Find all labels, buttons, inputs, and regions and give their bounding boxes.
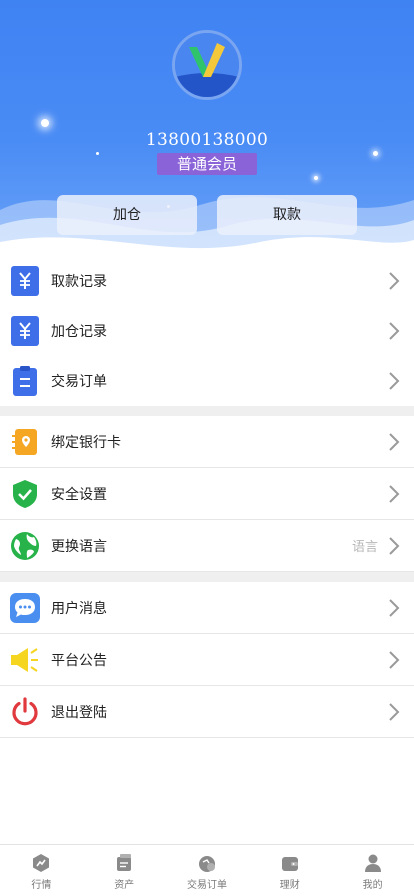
menu-item-label: 更换语言 [51, 538, 107, 555]
tab-label: 我的 [362, 880, 383, 891]
menu-item-label: 绑定银行卡 [51, 434, 121, 451]
withdraw-button[interactable]: 取款 [217, 195, 357, 235]
section-divider [0, 572, 414, 582]
menu-item-label: 用户消息 [51, 600, 107, 617]
menu-item-label: 交易订单 [51, 374, 107, 390]
tab-market[interactable]: 行情 [0, 845, 83, 896]
chevron-right-icon [388, 321, 400, 341]
user-phone-number: 13800138000 [145, 130, 269, 150]
add-position-button[interactable]: 加仓 [57, 195, 197, 235]
tab-label: 资产 [114, 880, 135, 891]
menu-item-add-position-records[interactable]: 加仓记录 [0, 306, 414, 356]
profile-icon [363, 853, 383, 873]
profile-header: 13800138000 普通会员 加仓 取款 [0, 0, 414, 256]
chevron-right-icon [388, 536, 400, 556]
megaphone-icon [10, 645, 40, 675]
tab-wealth[interactable]: 理财 [248, 845, 331, 896]
chevron-right-icon [388, 702, 400, 722]
tab-assets[interactable]: 资产 [83, 845, 166, 896]
menu-item-platform-announcements[interactable]: 平台公告 [0, 634, 414, 686]
tab-label: 行情 [31, 880, 52, 891]
menu-item-logout[interactable]: 退出登陆 [0, 686, 414, 738]
menu-item-trade-orders[interactable]: 交易订单 [0, 356, 414, 406]
menu-item-label: 安全设置 [51, 486, 107, 503]
menu-item-change-language[interactable]: 更换语言 语言 [0, 520, 414, 572]
sparkle-decoration [41, 119, 49, 127]
menu-item-label: 取款记录 [51, 274, 107, 290]
shield-check-icon [10, 479, 40, 509]
order-icon [197, 853, 217, 873]
yen-document-icon [10, 316, 40, 346]
chat-bubble-icon [10, 592, 40, 623]
section-divider [0, 406, 414, 416]
sparkle-decoration [96, 152, 99, 155]
app-logo [172, 30, 242, 100]
clipboard-icon [10, 366, 40, 396]
bottom-tab-bar: 行情 资产 交易订单 理财 我的 [0, 844, 414, 896]
bank-card-icon [10, 427, 40, 457]
chevron-right-icon [388, 432, 400, 452]
sparkle-decoration [373, 151, 378, 156]
menu-item-bind-bank-card[interactable]: 绑定银行卡 [0, 416, 414, 468]
member-level-badge: 普通会员 [157, 153, 257, 175]
yen-document-icon [10, 266, 40, 296]
tab-label: 交易订单 [186, 880, 227, 891]
chevron-right-icon [388, 650, 400, 670]
chevron-right-icon [388, 598, 400, 618]
account-menu: 取款记录 加仓记录 交易订单 绑定银行卡 安全设置 更换语言 语言 用户消息 平… [0, 256, 414, 738]
power-icon [10, 696, 40, 727]
menu-item-withdrawal-records[interactable]: 取款记录 [0, 256, 414, 306]
menu-item-security-settings[interactable]: 安全设置 [0, 468, 414, 520]
tab-label: 理财 [279, 880, 300, 891]
assets-icon [114, 853, 134, 873]
menu-item-user-messages[interactable]: 用户消息 [0, 582, 414, 634]
menu-item-label: 加仓记录 [51, 324, 107, 340]
wallet-icon [280, 853, 300, 873]
chevron-right-icon [388, 271, 400, 291]
chevron-right-icon [388, 371, 400, 391]
menu-item-label: 平台公告 [51, 652, 107, 669]
chevron-right-icon [388, 484, 400, 504]
menu-item-label: 退出登陆 [51, 704, 107, 721]
current-language-hint: 语言 [351, 540, 378, 555]
tab-trade-orders[interactable]: 交易订单 [166, 845, 249, 896]
globe-icon [10, 531, 40, 561]
tab-profile[interactable]: 我的 [331, 845, 414, 896]
market-icon [31, 853, 51, 873]
